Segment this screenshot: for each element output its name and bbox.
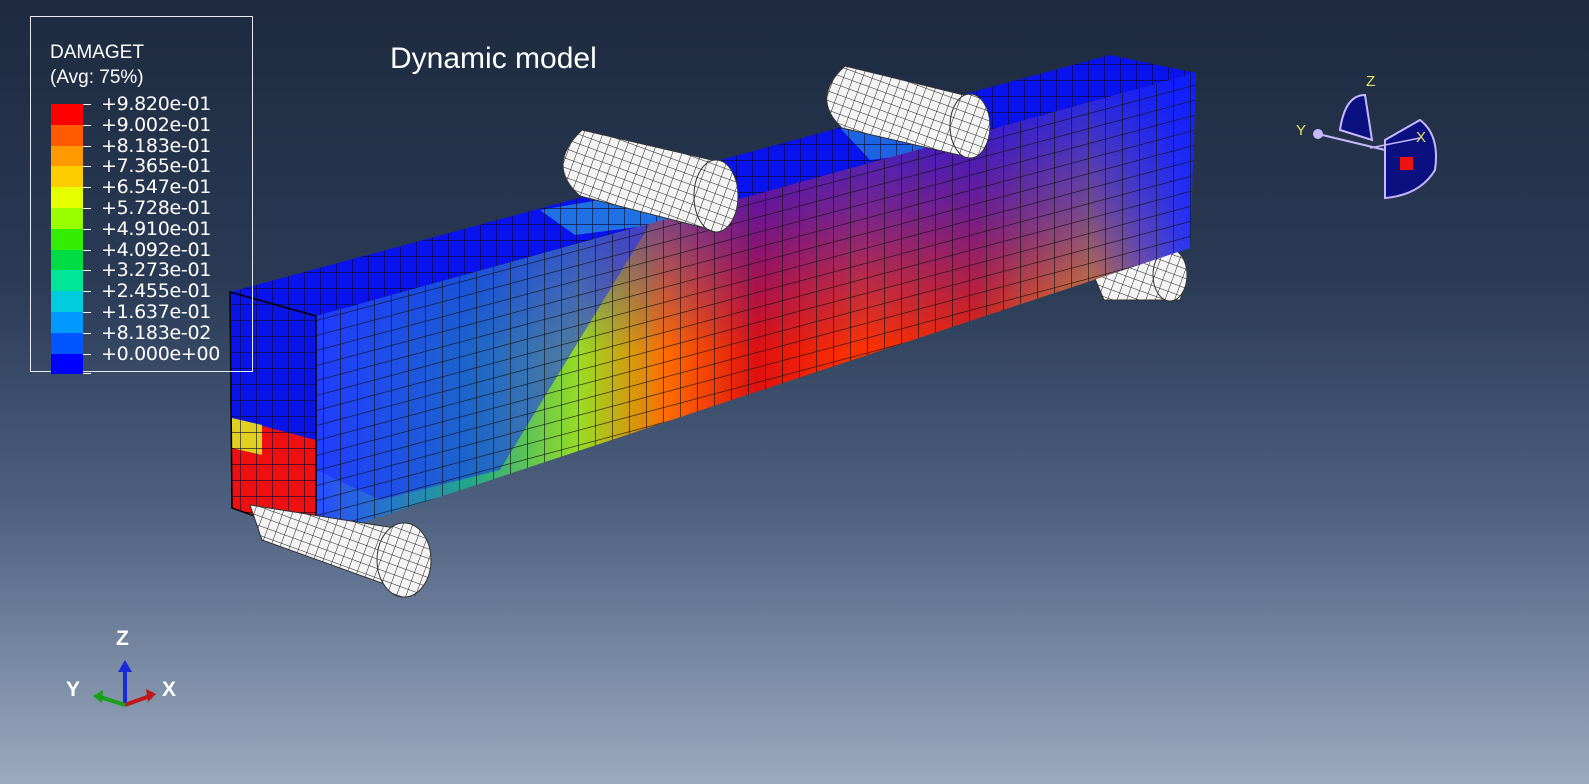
legend-swatch [51, 291, 83, 312]
legend-tick [83, 249, 91, 251]
legend-variable: DAMAGET [50, 42, 144, 63]
view-cube-x-label: X [1416, 129, 1426, 146]
legend-swatch [51, 353, 83, 375]
legend-tick [83, 228, 91, 230]
contour-legend: DAMAGET (Avg: 75%) +9.820e-01 +9.002e-01 +… [30, 16, 253, 375]
legend-tick [83, 270, 91, 272]
legend-label: +7.365e-01 [101, 155, 212, 178]
legend-swatch [51, 270, 83, 292]
legend-swatch [51, 104, 83, 125]
legend-swatch [51, 166, 83, 188]
legend-swatch [51, 332, 83, 354]
legend-swatch [51, 249, 83, 271]
legend-swatch [51, 228, 83, 250]
legend-tick [83, 208, 91, 209]
legend-swatch [51, 312, 83, 333]
legend-label: +2.455e-01 [101, 280, 212, 303]
legend-tick [83, 187, 91, 189]
triad-x-label: X [162, 678, 176, 701]
legend-averaging: (Avg: 75%) [50, 67, 144, 88]
legend-label: +6.547e-01 [101, 176, 212, 199]
legend-label: +9.002e-01 [101, 113, 212, 136]
view-cube[interactable]: Z Y X [1296, 73, 1437, 200]
legend-tick [83, 291, 91, 293]
legend-tick [83, 124, 91, 126]
model-title: Dynamic model [390, 42, 597, 75]
triad-y-label: Y [66, 678, 80, 701]
view-cube-z-label: Z [1366, 73, 1375, 90]
legend-tick [83, 353, 91, 355]
legend-swatch [51, 187, 83, 208]
legend-label: +8.183e-02 [101, 321, 212, 344]
coordinate-triad: Z Y X [66, 627, 176, 707]
legend-swatch [51, 208, 83, 229]
legend-tick [83, 332, 91, 334]
legend-tick [83, 312, 91, 313]
legend-label: +4.092e-01 [101, 238, 212, 261]
legend-tick [83, 145, 91, 147]
legend-label: +1.637e-01 [101, 301, 212, 323]
legend-tick [83, 373, 91, 375]
legend-tick [83, 104, 91, 105]
legend-swatch [51, 145, 83, 167]
beam-front-face [316, 73, 1196, 538]
legend-label: +9.820e-01 [101, 93, 212, 115]
legend-label: +0.000e+00 [101, 342, 221, 365]
legend-swatch [51, 124, 83, 146]
legend-label: +8.183e-01 [101, 134, 212, 157]
legend-label: +4.910e-01 [101, 217, 212, 240]
legend-tick [83, 166, 91, 168]
legend-label: +5.728e-01 [101, 197, 212, 219]
view-cube-y-label: Y [1296, 122, 1306, 139]
triad-z-label: Z [116, 627, 129, 650]
legend-label: +3.273e-01 [101, 259, 212, 282]
